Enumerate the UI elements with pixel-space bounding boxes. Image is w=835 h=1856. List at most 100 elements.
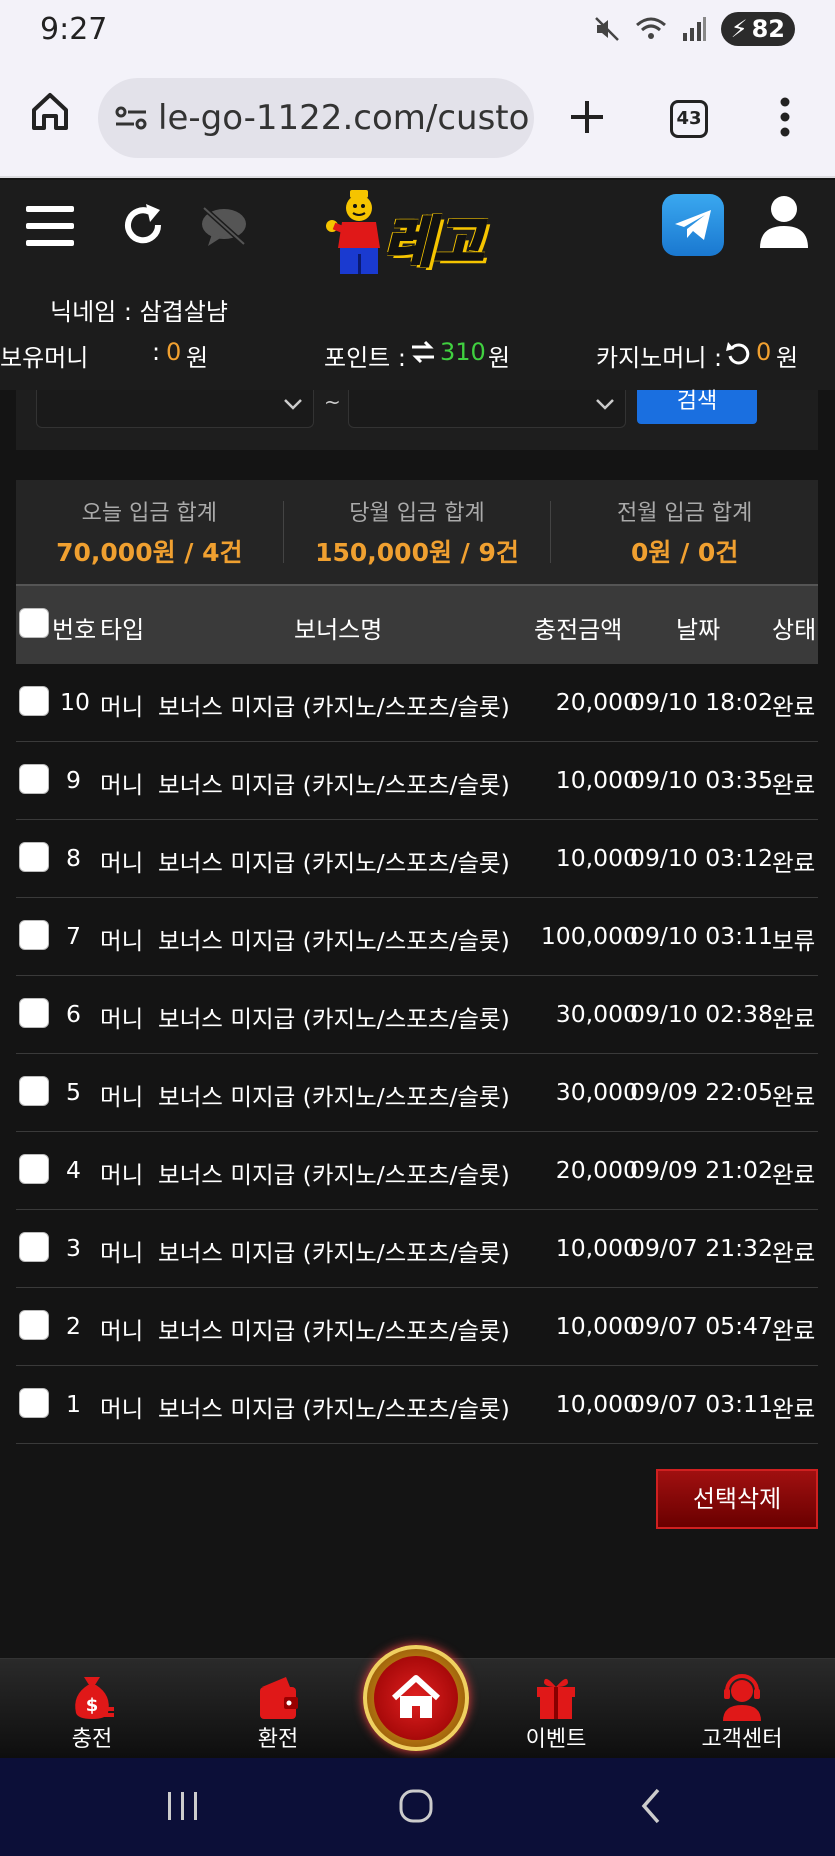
nav-charge-label: 충전 <box>71 1727 113 1752</box>
row-checkbox[interactable] <box>19 998 49 1028</box>
search-button[interactable]: 검색 <box>637 390 757 424</box>
casino-money-unit: 원 <box>776 344 799 372</box>
site-logo[interactable]: 레고 <box>322 188 508 278</box>
nav-charge[interactable]: $ 충전 <box>32 1669 152 1753</box>
table-row[interactable]: 9 머니 보너스 미지급 (카지노/스포츠/슬롯) 10,000 09/10 0… <box>16 742 818 820</box>
row-number: 8 <box>66 844 81 872</box>
status-bar: 9:27 ⚡ 82 <box>0 0 835 62</box>
row-number: 4 <box>66 1156 81 1184</box>
row-date: 09/10 03:11 <box>630 922 773 950</box>
chevron-down-icon <box>284 399 302 410</box>
row-checkbox[interactable] <box>19 842 49 872</box>
row-checkbox[interactable] <box>19 686 49 716</box>
col-status: 상태 <box>772 616 817 644</box>
row-checkbox[interactable] <box>19 920 49 950</box>
balance-row: 보유머니 : 0 원 포인트 : 310 원 카지노머니 : 0 원 <box>0 338 835 378</box>
summary-value: 0원 / 0건 <box>631 538 739 567</box>
balance-unit: 원 <box>186 344 209 372</box>
row-checkbox[interactable] <box>19 1076 49 1106</box>
table-row[interactable]: 10 머니 보너스 미지급 (카지노/스포츠/슬롯) 20,000 09/10 … <box>16 664 818 742</box>
home-button[interactable] <box>363 1645 469 1751</box>
chat-off-icon[interactable] <box>198 204 250 248</box>
row-bonus: 보너스 미지급 (카지노/스포츠/슬롯) <box>158 771 510 799</box>
table-row[interactable]: 1 머니 보너스 미지급 (카지노/스포츠/슬롯) 10,000 09/07 0… <box>16 1366 818 1444</box>
signal-icon <box>682 17 706 41</box>
table-row[interactable]: 7 머니 보너스 미지급 (카지노/스포츠/슬롯) 100,000 09/10 … <box>16 898 818 976</box>
address-bar[interactable]: le-go-1122.com/custo <box>98 78 534 158</box>
table-header: 번호 타입 보너스명 충전금액 날짜 상태 <box>16 584 818 664</box>
transfer-icon[interactable] <box>410 340 436 370</box>
summary-label: 당월 입금 합계 <box>349 501 485 526</box>
col-date: 날짜 <box>676 616 721 644</box>
row-number: 2 <box>66 1312 81 1340</box>
casino-money-label: 카지노머니 : <box>596 344 723 372</box>
row-amount: 20,000 <box>555 1156 638 1184</box>
nav-event[interactable]: 이벤트 <box>496 1669 616 1753</box>
battery-level: 82 <box>751 15 785 43</box>
wifi-icon <box>635 17 666 39</box>
row-type: 머니 <box>100 693 144 721</box>
row-number: 1 <box>66 1390 81 1418</box>
nav-exchange-label: 환전 <box>257 1727 299 1752</box>
telegram-button[interactable] <box>662 194 724 256</box>
row-type: 머니 <box>100 1083 144 1111</box>
table-row[interactable]: 2 머니 보너스 미지급 (카지노/스포츠/슬롯) 10,000 09/07 0… <box>16 1288 818 1366</box>
hamburger-menu-icon[interactable] <box>26 204 76 248</box>
select-all-checkbox[interactable] <box>19 608 49 638</box>
user-account-icon[interactable] <box>758 194 810 250</box>
browser-home-icon[interactable] <box>30 90 70 134</box>
row-type: 머니 <box>100 1161 144 1189</box>
row-date: 09/07 05:47 <box>630 1312 773 1340</box>
table-row[interactable]: 5 머니 보너스 미지급 (카지노/스포츠/슬롯) 30,000 09/09 2… <box>16 1054 818 1132</box>
row-checkbox[interactable] <box>19 1310 49 1340</box>
casino-money-value: 0 <box>756 338 772 366</box>
row-date: 09/10 18:02 <box>630 688 773 716</box>
table-row[interactable]: 4 머니 보너스 미지급 (카지노/스포츠/슬롯) 20,000 09/09 2… <box>16 1132 818 1210</box>
svg-text:$: $ <box>86 1695 99 1716</box>
money-bag-icon: $ <box>75 1677 114 1719</box>
row-type: 머니 <box>100 771 144 799</box>
row-type: 머니 <box>100 1317 144 1345</box>
logo-text: 레고 <box>382 210 484 276</box>
row-checkbox[interactable] <box>19 1154 49 1184</box>
summary-value: 70,000원 / 4건 <box>56 538 243 567</box>
col-number: 번호 <box>52 616 97 644</box>
table-row[interactable]: 6 머니 보너스 미지급 (카지노/스포츠/슬롯) 30,000 09/10 0… <box>16 976 818 1054</box>
end-date-select[interactable] <box>348 390 626 428</box>
summary-label: 전월 입금 합계 <box>616 501 753 526</box>
points-unit: 원 <box>488 344 511 372</box>
summary-this-month: 당월 입금 합계 150,000원 / 9건 <box>284 501 552 567</box>
delete-selected-button[interactable]: 선택삭제 <box>656 1469 818 1529</box>
back-icon[interactable] <box>636 1786 666 1826</box>
row-checkbox[interactable] <box>19 1388 49 1418</box>
new-tab-icon[interactable] <box>568 98 606 136</box>
tab-switcher-button[interactable]: 43 <box>670 100 708 138</box>
summary-last-month: 전월 입금 합계 0원 / 0건 <box>551 501 818 567</box>
recent-apps-icon[interactable] <box>164 1786 202 1826</box>
row-checkbox[interactable] <box>19 1232 49 1262</box>
android-home-icon[interactable] <box>396 1786 436 1826</box>
status-icons: ⚡ 82 <box>593 12 795 46</box>
site-settings-icon[interactable] <box>114 103 148 133</box>
col-type: 타입 <box>100 616 145 644</box>
table-row[interactable]: 3 머니 보너스 미지급 (카지노/스포츠/슬롯) 10,000 09/07 2… <box>16 1210 818 1288</box>
browser-menu-icon[interactable] <box>778 96 792 138</box>
start-date-select[interactable] <box>36 390 314 428</box>
row-checkbox[interactable] <box>19 764 49 794</box>
row-bonus: 보너스 미지급 (카지노/스포츠/슬롯) <box>158 1395 510 1423</box>
row-type: 머니 <box>100 1395 144 1423</box>
nav-exchange[interactable]: 환전 <box>218 1669 338 1753</box>
home-icon <box>391 1675 441 1718</box>
url-text: le-go-1122.com/custo <box>158 98 530 138</box>
row-bonus: 보너스 미지급 (카지노/스포츠/슬롯) <box>158 1161 510 1189</box>
date-range-tilde: ~ <box>324 390 341 414</box>
row-type: 머니 <box>100 849 144 877</box>
row-number: 10 <box>60 688 90 716</box>
nav-support[interactable]: 고객센터 <box>682 1669 802 1753</box>
row-amount: 30,000 <box>555 1000 638 1028</box>
casino-refresh-icon[interactable] <box>726 340 750 372</box>
row-status: 보류 <box>772 927 816 955</box>
refresh-icon[interactable] <box>120 202 166 248</box>
table-row[interactable]: 8 머니 보너스 미지급 (카지노/스포츠/슬롯) 10,000 09/10 0… <box>16 820 818 898</box>
row-amount: 100,000 <box>540 922 638 950</box>
